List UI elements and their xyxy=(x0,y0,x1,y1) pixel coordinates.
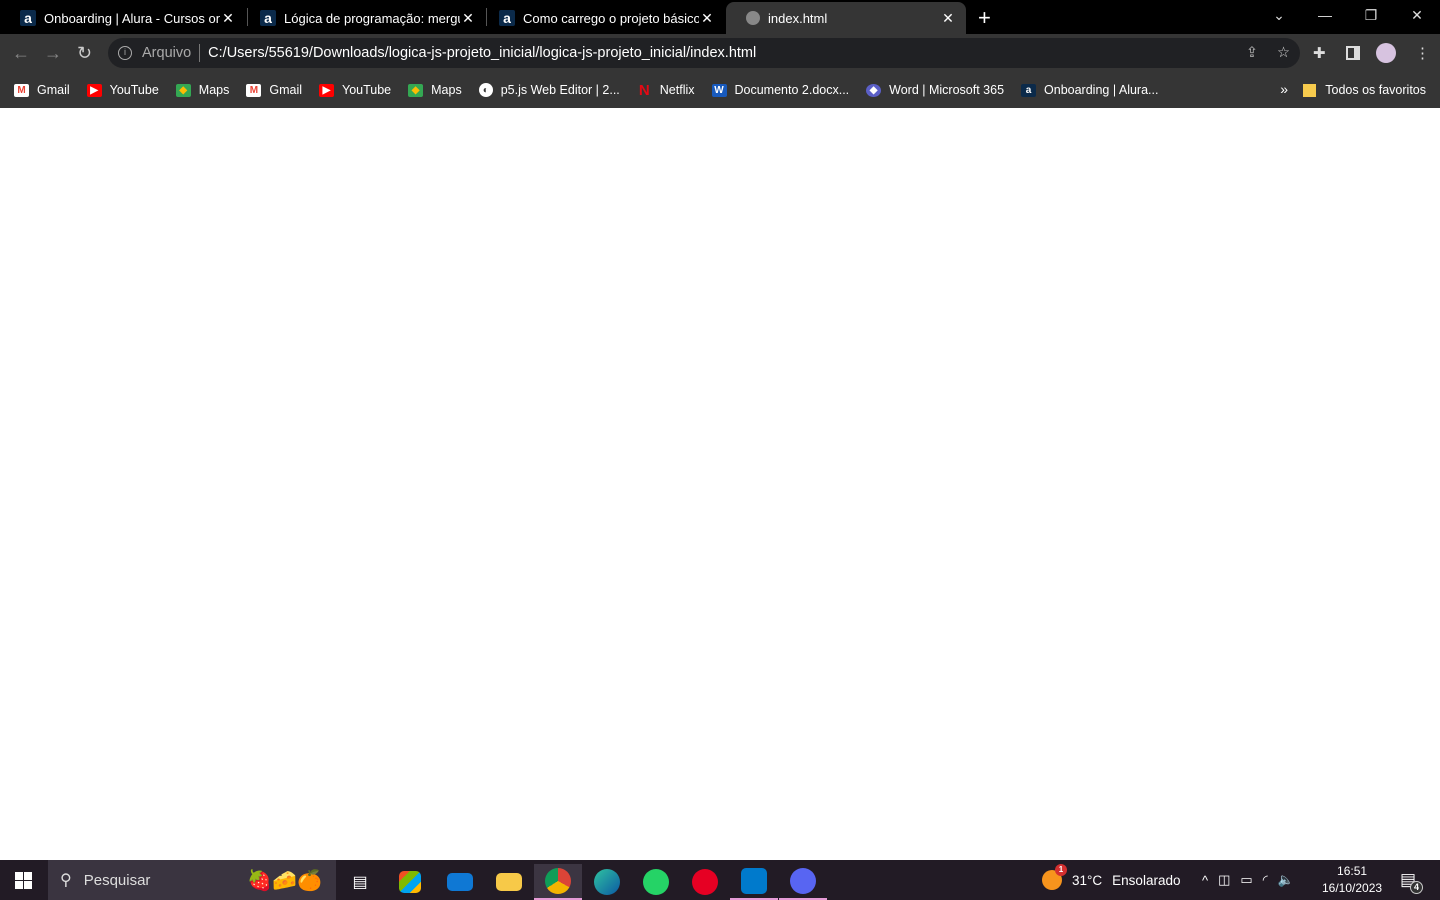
netflix-icon: N xyxy=(638,81,650,99)
forward-button[interactable]: → xyxy=(44,43,62,64)
file-explorer-icon[interactable] xyxy=(485,864,533,900)
page-content xyxy=(0,108,1440,860)
close-tab-icon[interactable]: ✕ xyxy=(220,10,236,27)
alura-icon: a xyxy=(499,10,515,26)
tab-como-carrego[interactable]: a Como carrego o projeto básico na ✕ xyxy=(479,2,725,34)
avatar[interactable] xyxy=(1376,43,1396,63)
youtube-icon: ▶ xyxy=(86,83,102,97)
notifications-button[interactable]: ▤ 4 xyxy=(1400,860,1424,900)
address-bar[interactable]: i Arquivo C:/Users/55619/Downloads/logic… xyxy=(108,38,1300,68)
share-icon[interactable]: ⇪ xyxy=(1246,45,1258,61)
windows-start-icon[interactable] xyxy=(15,872,32,889)
globe-icon xyxy=(746,11,760,25)
clock[interactable]: 16:51 16/10/2023 xyxy=(1322,860,1382,900)
bookmark-documento[interactable]: W Documento 2.docx... xyxy=(711,83,849,97)
weather-widget[interactable]: 1 31°C Ensolarado xyxy=(1042,860,1180,900)
new-tab-button[interactable]: + xyxy=(978,5,991,31)
maps-icon: ◆ xyxy=(408,83,424,97)
gmail-icon: M xyxy=(14,83,29,97)
tab-index-html[interactable]: index.html ✕ xyxy=(726,2,966,34)
url-text[interactable]: C:/Users/55619/Downloads/logica-js-proje… xyxy=(208,45,756,61)
security-label: Arquivo xyxy=(142,45,192,61)
globe-icon: ◐ xyxy=(478,83,493,97)
battery-icon[interactable]: ▭ xyxy=(1240,872,1252,888)
close-tab-icon[interactable]: ✕ xyxy=(460,10,476,27)
notification-icon: ▤ 4 xyxy=(1400,870,1424,894)
volume-icon[interactable]: 🔈 xyxy=(1278,872,1294,888)
menu-icon[interactable]: ⋮ xyxy=(1415,44,1430,62)
camera-icon[interactable]: ◫ xyxy=(1218,872,1230,888)
task-view-icon[interactable]: ▤ xyxy=(336,864,384,900)
bookmark-p5js[interactable]: ◐ p5.js Web Editor | 2... xyxy=(478,83,620,97)
minimize-button[interactable]: — xyxy=(1302,0,1348,30)
extensions-icon[interactable]: ✚ xyxy=(1313,44,1326,62)
taskbar: ⚲ Pesquisar 🍓🧀🍊 ▤ 1 31°C Ensolarado ^ ◫ … xyxy=(0,860,1440,900)
bookmarks-bar: M Gmail ▶ YouTube ◆ Maps M Gmail ▶ YouTube ◆ M… xyxy=(0,72,1440,108)
all-favorites-folder[interactable]: Todos os favoritos xyxy=(1303,72,1426,108)
alura-icon: a xyxy=(1021,83,1037,97)
chevron-up-icon[interactable]: ^ xyxy=(1202,873,1208,888)
bookmark-onboarding-alura[interactable]: a Onboarding | Alura... xyxy=(1021,83,1158,97)
alura-icon: a xyxy=(20,10,36,26)
bookmark-word-365[interactable]: ◆ Word | Microsoft 365 xyxy=(866,83,1004,97)
bookmark-gmail[interactable]: M Gmail xyxy=(246,83,302,97)
toolbar: ← → ↻ i Arquivo C:/Users/55619/Downloads… xyxy=(0,34,1440,72)
pinterest-icon[interactable] xyxy=(681,864,729,900)
m365-icon: ◆ xyxy=(866,83,882,97)
info-icon[interactable]: i xyxy=(118,46,132,60)
reload-button[interactable]: ↻ xyxy=(77,43,92,64)
folder-icon xyxy=(1303,83,1317,97)
bookmark-youtube[interactable]: ▶ YouTube xyxy=(86,83,159,97)
close-tab-icon[interactable]: ✕ xyxy=(699,10,715,27)
microsoft-store-icon[interactable] xyxy=(386,864,434,900)
close-window-button[interactable]: ✕ xyxy=(1394,0,1440,30)
tab-logica[interactable]: a Lógica de programação: mergulhe ✕ xyxy=(240,2,486,34)
maps-icon: ◆ xyxy=(175,83,191,97)
tab-search-button[interactable]: ⌄ xyxy=(1256,0,1302,30)
mail-icon[interactable] xyxy=(436,864,484,900)
chrome-icon[interactable] xyxy=(534,864,582,900)
tab-onboarding[interactable]: a Onboarding | Alura - Cursos online ✕ xyxy=(0,2,246,34)
discord-icon[interactable] xyxy=(779,864,827,900)
bookmark-gmail[interactable]: M Gmail xyxy=(14,83,70,97)
word-icon: W xyxy=(711,83,727,97)
star-icon[interactable]: ☆ xyxy=(1277,45,1290,61)
youtube-icon: ▶ xyxy=(319,83,335,97)
alura-icon: a xyxy=(260,10,276,26)
sun-icon: 1 xyxy=(1042,864,1067,890)
wifi-icon[interactable]: ◜ xyxy=(1263,872,1268,888)
gmail-icon: M xyxy=(246,83,262,97)
more-bookmarks-icon[interactable]: » xyxy=(1280,81,1288,97)
close-tab-icon[interactable]: ✕ xyxy=(940,10,956,27)
restore-button[interactable]: ❐ xyxy=(1348,0,1394,30)
bookmark-youtube[interactable]: ▶ YouTube xyxy=(319,83,391,97)
edge-icon[interactable] xyxy=(583,864,631,900)
taskbar-search[interactable]: ⚲ Pesquisar 🍓🧀🍊 xyxy=(48,860,336,900)
bookmark-netflix[interactable]: N Netflix xyxy=(637,81,695,99)
side-panel-icon[interactable] xyxy=(1346,46,1360,60)
tab-strip: a Onboarding | Alura - Cursos online ✕ a… xyxy=(0,0,1440,34)
search-icon: ⚲ xyxy=(60,872,72,889)
vscode-icon[interactable] xyxy=(730,864,778,900)
bookmark-maps[interactable]: ◆ Maps xyxy=(408,83,462,97)
whatsapp-icon[interactable] xyxy=(632,864,680,900)
search-highlight-icon: 🍓🧀🍊 xyxy=(247,869,322,892)
back-button[interactable]: ← xyxy=(12,43,30,64)
bookmark-maps[interactable]: ◆ Maps xyxy=(175,83,229,97)
